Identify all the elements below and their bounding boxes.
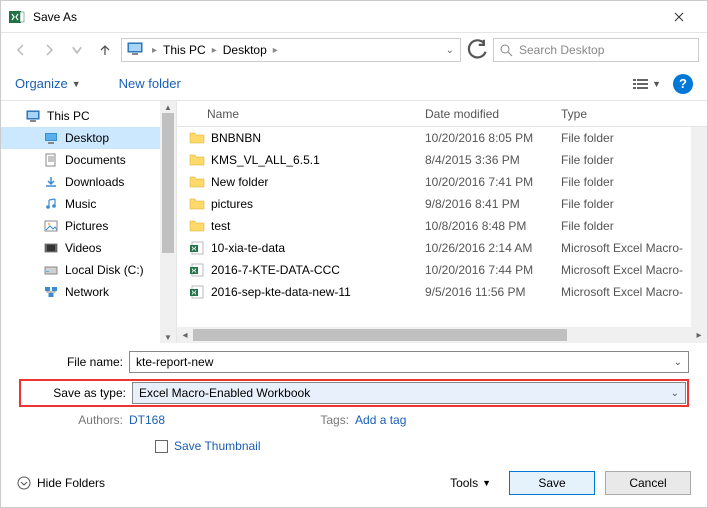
recent-dropdown[interactable] — [65, 38, 89, 62]
titlebar: Save As — [1, 1, 707, 33]
chevron-down-icon[interactable]: ⌄ — [671, 388, 679, 399]
dialog-title: Save As — [33, 10, 659, 24]
column-date[interactable]: Date modified — [425, 107, 561, 121]
column-name[interactable]: Name — [207, 107, 425, 121]
tools-menu[interactable]: Tools▼ — [450, 476, 491, 490]
sidebar-item-disk[interactable]: Local Disk (C:) — [1, 259, 176, 281]
sidebar-item-network[interactable]: Network — [1, 281, 176, 303]
organize-menu[interactable]: Organize▼ — [15, 76, 81, 91]
save-button[interactable]: Save — [509, 471, 595, 495]
desktop-icon — [43, 131, 59, 145]
pictures-icon — [43, 219, 59, 233]
downloads-icon — [43, 175, 59, 189]
sidebar-item-pc[interactable]: This PC — [1, 105, 176, 127]
forward-button[interactable] — [37, 38, 61, 62]
pc-icon — [126, 41, 146, 59]
chevron-right-icon: ▸ — [273, 45, 278, 56]
folder-icon — [189, 131, 205, 145]
disk-icon — [43, 263, 59, 277]
sidebar-item-music[interactable]: Music — [1, 193, 176, 215]
address-bar: ▸ This PC ▸ Desktop ▸ ⌄ Search Desktop — [1, 33, 707, 67]
sidebar-scrollbar[interactable]: ▲▼ — [160, 101, 176, 343]
videos-icon — [43, 241, 59, 255]
save-as-type-label: Save as type: — [22, 386, 132, 400]
hide-folders-button[interactable]: Hide Folders — [17, 476, 105, 490]
crumb-this-pc[interactable]: This PC — [161, 43, 208, 57]
sidebar-item-docs[interactable]: Documents — [1, 149, 176, 171]
search-icon — [500, 44, 513, 57]
file-name-input[interactable]: kte-report-new⌄ — [129, 351, 689, 373]
sidebar: This PCDesktopDocumentsDownloadsMusicPic… — [1, 101, 177, 343]
excel-icon — [189, 263, 205, 277]
network-icon — [43, 285, 59, 299]
sidebar-item-pictures[interactable]: Pictures — [1, 215, 176, 237]
new-folder-button[interactable]: New folder — [119, 76, 181, 91]
back-button[interactable] — [9, 38, 33, 62]
horizontal-scrollbar[interactable]: ◂▸ — [177, 327, 707, 343]
file-row[interactable]: 2016-sep-kte-data-new-119/5/2016 11:56 P… — [177, 281, 707, 303]
tags-value[interactable]: Add a tag — [355, 413, 406, 427]
close-button[interactable] — [659, 3, 699, 31]
chevron-right-icon: ▸ — [212, 45, 217, 56]
sidebar-item-desktop[interactable]: Desktop — [1, 127, 176, 149]
up-button[interactable] — [93, 38, 117, 62]
file-row[interactable]: 10-xia-te-data10/26/2016 2:14 AMMicrosof… — [177, 237, 707, 259]
excel-app-icon — [9, 9, 25, 25]
file-row[interactable]: 2016-7-KTE-DATA-CCC10/20/2016 7:44 PMMic… — [177, 259, 707, 281]
tags-label: Tags: — [315, 413, 355, 427]
authors-label: Authors: — [19, 413, 129, 427]
refresh-button[interactable] — [465, 38, 489, 62]
authors-value[interactable]: DT168 — [129, 413, 165, 427]
chevron-right-icon: ▸ — [152, 45, 157, 56]
file-row[interactable]: test10/8/2016 8:48 PMFile folder — [177, 215, 707, 237]
excel-icon — [189, 285, 205, 299]
breadcrumb[interactable]: ▸ This PC ▸ Desktop ▸ ⌄ — [121, 38, 461, 62]
pc-icon — [25, 109, 41, 123]
sidebar-item-downloads[interactable]: Downloads — [1, 171, 176, 193]
excel-icon — [189, 241, 205, 255]
view-options[interactable]: ▼ — [632, 77, 661, 91]
chevron-down-icon[interactable]: ⌄ — [446, 45, 454, 56]
file-name-label: File name: — [19, 355, 129, 369]
column-type[interactable]: Type — [561, 107, 707, 121]
vertical-scrollbar[interactable] — [691, 127, 707, 327]
folder-icon — [189, 219, 205, 233]
file-row[interactable]: New folder10/20/2016 7:41 PMFile folder — [177, 171, 707, 193]
save-thumbnail-label: Save Thumbnail — [174, 439, 261, 453]
cancel-button[interactable]: Cancel — [605, 471, 691, 495]
save-thumbnail-checkbox[interactable] — [155, 440, 168, 453]
crumb-desktop[interactable]: Desktop — [221, 43, 269, 57]
folder-icon — [189, 197, 205, 211]
file-row[interactable]: pictures9/8/2016 8:41 PMFile folder — [177, 193, 707, 215]
file-row[interactable]: KMS_VL_ALL_6.5.18/4/2015 3:36 PMFile fol… — [177, 149, 707, 171]
save-as-type-dropdown[interactable]: Excel Macro-Enabled Workbook⌄ — [132, 382, 686, 404]
music-icon — [43, 197, 59, 211]
folder-icon — [189, 175, 205, 189]
file-row[interactable]: BNBNBN10/20/2016 8:05 PMFile folder — [177, 127, 707, 149]
search-input[interactable]: Search Desktop — [493, 38, 699, 62]
chevron-down-icon[interactable]: ⌄ — [674, 357, 682, 368]
help-button[interactable]: ? — [673, 74, 693, 94]
folder-icon — [189, 153, 205, 167]
sidebar-item-videos[interactable]: Videos — [1, 237, 176, 259]
file-list: Name Date modified Type BNBNBN10/20/2016… — [177, 101, 707, 343]
docs-icon — [43, 153, 59, 167]
toolbar: Organize▼ New folder ▼ ? — [1, 67, 707, 101]
